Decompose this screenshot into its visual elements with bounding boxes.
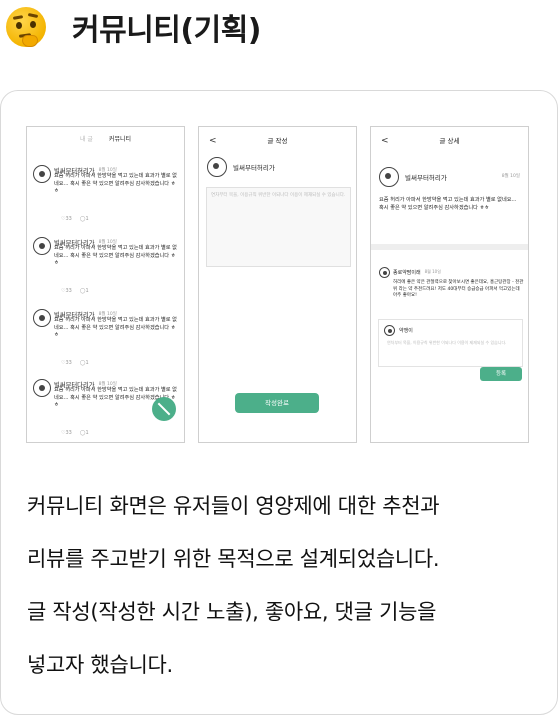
comment-date: 8월 10일 [424, 269, 441, 274]
author-name: 빌써부터허리가 [233, 164, 275, 172]
nav-bar: < 글 상세 [371, 133, 528, 149]
post-body: 요즘 허리가 아파서 한방약을 먹고 있는데 효과가 별로 없네요... 혹시 … [379, 197, 517, 211]
post-date: 8월 10일 [501, 174, 520, 179]
post-detail-screen: < 글 상세 빌써부터허리가 8월 10일 요즘 허리가 아파서 한방약을 먹고… [370, 126, 529, 443]
comment-count: ◯1 [79, 215, 89, 222]
like-count: ♡33 [61, 287, 72, 294]
avatar [33, 165, 51, 183]
post-meta: ♡33 ◯1 [61, 216, 181, 222]
description-line: 커뮤니티 화면은 유저들이 영양제에 대한 추천과 [27, 494, 440, 518]
post-body: 요즘 허리가 아파서 한방약을 먹고 있는데 효과가 별로 없네요... 혹시 … [54, 245, 177, 266]
comment-count: ◯1 [79, 359, 89, 366]
comment-text: 허리에 좋은 약은 관절력으로 찾아보시면 좋은데요, 홍근탕관장 - 천관위 … [393, 280, 524, 298]
register-comment-button[interactable]: 등록 [480, 367, 522, 381]
avatar [207, 157, 227, 177]
list-item[interactable]: 빌써부터허리가 8월 10일 요즘 허리가 아파서 한방약을 먹고 있는데 효과… [33, 309, 181, 366]
back-icon[interactable]: < [381, 133, 389, 149]
description-line: 리뷰를 주고받기 위한 목적으로 설계되었습니다. [27, 547, 440, 571]
list-item[interactable]: 빌써부터다리가 8월 10일 요즘 허리가 아파서 한방약을 먹고 있는데 효과… [33, 237, 181, 294]
avatar [379, 167, 399, 187]
nav-bar: < 글 작성 [199, 133, 356, 149]
page-header: 커뮤니티(기획) [4, 2, 262, 52]
post-meta: ♡33 ◯1 [61, 288, 181, 294]
post-meta: ♡33 ◯1 [61, 430, 181, 436]
author-row: 빌써부터허리가 [207, 157, 275, 177]
like-count: ♡33 [61, 429, 72, 436]
submit-button[interactable]: 작성완료 [235, 393, 319, 413]
divider [371, 244, 528, 250]
thinking-face-icon [4, 5, 48, 49]
comment-input[interactable]: 약쟁이 연차부터 목을, 이용규칙 위반한 이되나다 이용이 제재되실 수 있습… [378, 319, 523, 367]
screen-title: 글 작성 [267, 137, 288, 145]
page-title: 커뮤니티(기획) [72, 13, 262, 48]
avatar [379, 267, 390, 278]
tab-community[interactable]: 커뮤니티 [109, 134, 131, 149]
post-content-input[interactable]: 연차부터 목을, 이용규칙 위반한 이되나다 이용이 제재되실 수 있습니다. [206, 187, 351, 267]
comment-placeholder: 연차부터 목을, 이용규칙 위반한 이되나다 이용이 제재되실 수 있습니다. [387, 340, 507, 345]
write-post-screen: < 글 작성 빌써부터허리가 연차부터 목을, 이용규칙 위반한 이되나다 이용… [198, 126, 357, 443]
avatar [33, 309, 51, 327]
author-name: 빌써부터허리가 [405, 174, 447, 182]
tab-bar: 내 글 커뮤니티 [27, 127, 184, 149]
description-line: 넣고자 했습니다. [27, 653, 173, 677]
post-body: 요즘 허리가 아파서 한방약을 먹고 있는데 효과가 별로 없네요... 혹시 … [54, 317, 177, 338]
comment-count: ◯1 [79, 429, 89, 436]
post-meta: ♡33 ◯1 [61, 360, 181, 366]
list-item[interactable]: 빌써부터허리가 8월 10일 요즘 허리가 아파서 한방약을 먹고 있는데 효과… [33, 165, 181, 222]
reply-author: 약쟁이 [399, 328, 413, 334]
description-line: 글 작성(작성한 시간 노출), 좋아요, 댓글 기능을 [27, 600, 437, 624]
like-count: ♡33 [61, 359, 72, 366]
comment-author: 종로약팜이래 [393, 270, 421, 276]
avatar [33, 237, 51, 255]
write-post-button[interactable] [152, 397, 176, 421]
avatar [33, 379, 51, 397]
tab-my-posts[interactable]: 내 글 [80, 134, 93, 149]
like-count: ♡33 [61, 215, 72, 222]
community-list-screen: 내 글 커뮤니티 빌써부터허리가 8월 10일 요즘 허리가 아파서 한방약을 … [26, 126, 185, 443]
post-body: 요즘 허리가 아파서 한방약을 먹고 있는데 효과가 별로 없네요... 혹시 … [54, 173, 177, 194]
back-icon[interactable]: < [209, 133, 217, 149]
avatar [384, 325, 395, 336]
comment-count: ◯1 [79, 287, 89, 294]
description: 커뮤니티 화면은 유저들이 영양제에 대한 추천과 리뷰를 주고받기 위한 목적… [27, 480, 537, 692]
screen-title: 글 상세 [439, 137, 460, 145]
comment-item: 종로약팜이래 8월 10일 허리에 좋은 약은 관절력으로 찾아보시면 좋은데요… [379, 267, 524, 300]
author-row: 빌써부터허리가 [379, 167, 447, 187]
